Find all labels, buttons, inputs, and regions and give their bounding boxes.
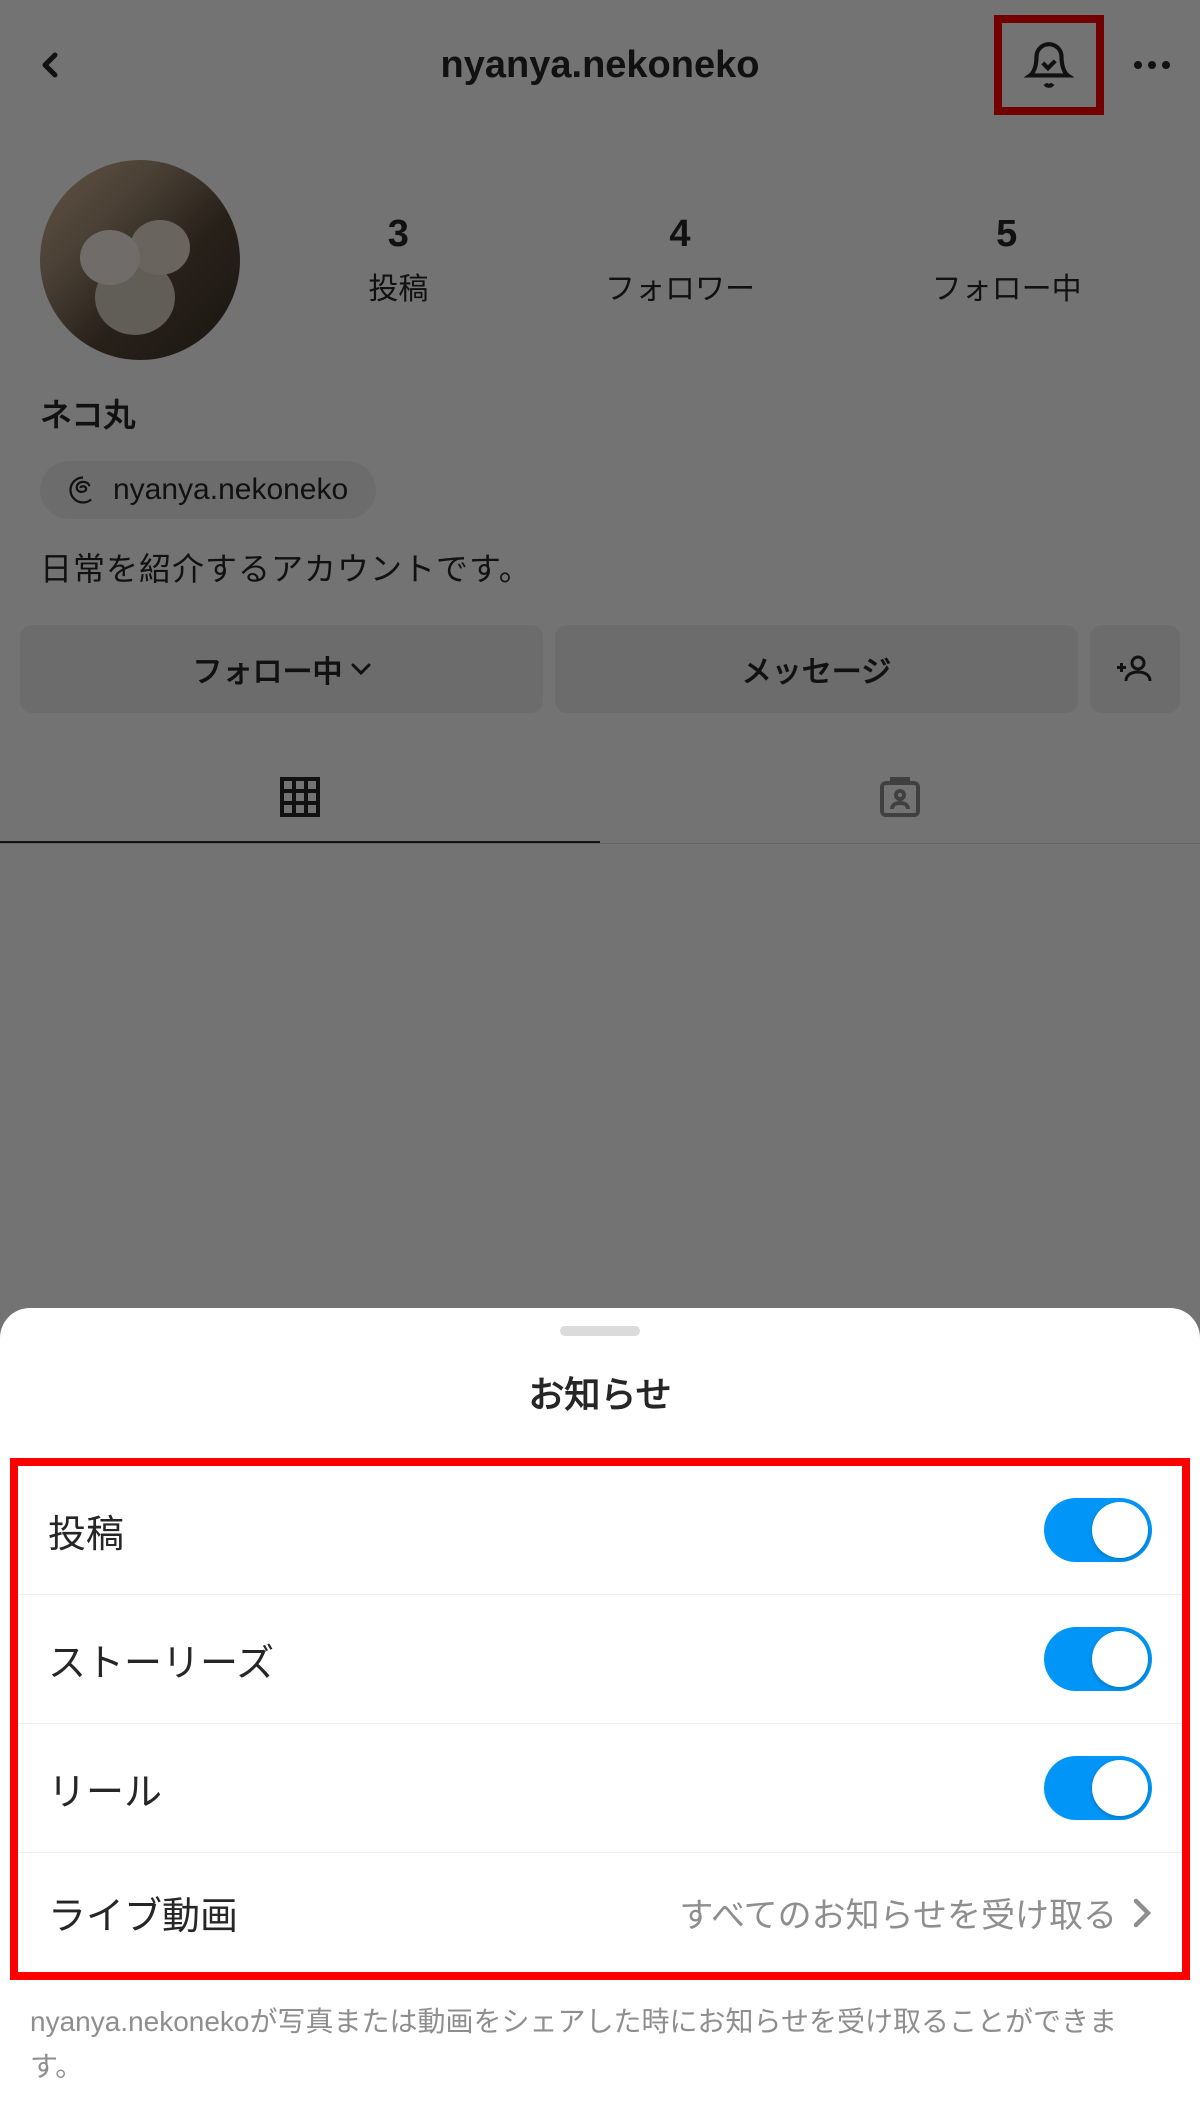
option-stories: ストーリーズ [18,1595,1182,1724]
toggle-stories[interactable] [1044,1627,1152,1691]
toggle-posts[interactable] [1044,1498,1152,1562]
sheet-footer-text: nyanya.nekonekoが写真または動画をシェアした時にお知らせを受け取る… [0,1980,1200,2100]
option-live[interactable]: ライブ動画 すべてのお知らせを受け取る [18,1853,1182,1972]
options-highlight-box: 投稿 ストーリーズ リール ライブ動画 すべてのお知らせを受け取る [10,1458,1190,1980]
option-posts: 投稿 [18,1466,1182,1595]
sheet-drag-handle[interactable] [560,1326,640,1336]
toggle-reels[interactable] [1044,1756,1152,1820]
option-stories-label: ストーリーズ [48,1632,274,1687]
option-posts-label: 投稿 [48,1503,124,1558]
sheet-title: お知らせ [0,1366,1200,1418]
notifications-sheet: お知らせ 投稿 ストーリーズ リール ライブ動画 すべてのお知らせを受け取る n… [0,1308,1200,2120]
option-reels-label: リール [48,1761,162,1816]
option-live-value: すべてのお知らせを受け取る [679,1888,1152,1937]
option-reels: リール [18,1724,1182,1853]
option-live-label: ライブ動画 [48,1885,238,1940]
chevron-right-icon [1132,1898,1152,1928]
